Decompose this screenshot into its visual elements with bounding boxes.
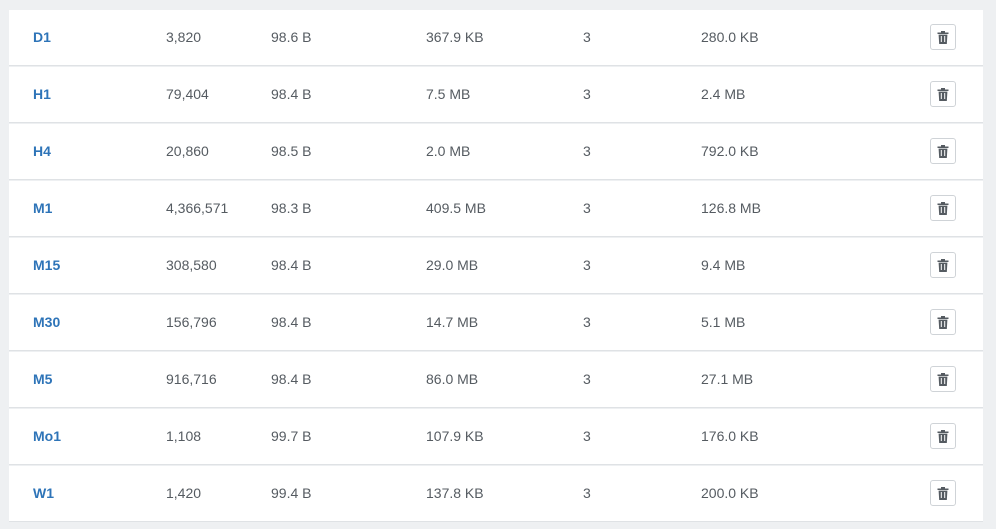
- row-replicas: 3: [583, 485, 591, 501]
- row-total-size: 107.9 KB: [426, 428, 484, 444]
- delete-button[interactable]: [930, 138, 956, 164]
- row-total-size: 86.0 MB: [426, 371, 479, 387]
- row-avg-size: 98.6 B: [271, 29, 312, 45]
- row-name-link[interactable]: D1: [33, 10, 51, 65]
- delete-button[interactable]: [930, 480, 956, 506]
- row-total-size: 14.7 MB: [426, 314, 479, 330]
- row-disk-size: 126.8 MB: [701, 200, 761, 216]
- row-total-size: 7.5 MB: [426, 86, 471, 102]
- row-replicas: 3: [583, 371, 591, 387]
- row-document-count: 20,860: [166, 143, 209, 159]
- row-name-link[interactable]: H4: [33, 124, 51, 179]
- row-avg-size: 98.4 B: [271, 86, 312, 102]
- row-avg-size: 98.5 B: [271, 143, 312, 159]
- row-disk-size: 792.0 KB: [701, 143, 759, 159]
- row-avg-size: 98.4 B: [271, 257, 312, 273]
- table-row: H4 20,860 98.5 B 2.0 MB 3 792.0 KB: [9, 124, 983, 179]
- delete-button[interactable]: [930, 252, 956, 278]
- row-replicas: 3: [583, 200, 591, 216]
- row-name-link[interactable]: M5: [33, 352, 52, 407]
- row-disk-size: 280.0 KB: [701, 29, 759, 45]
- table-row: H1 79,404 98.4 B 7.5 MB 3 2.4 MB: [9, 67, 983, 122]
- collections-table: D1 3,820 98.6 B 367.9 KB 3 280.0 KB H1 7…: [9, 10, 983, 523]
- row-avg-size: 98.4 B: [271, 371, 312, 387]
- table-row: W1 1,420 99.4 B 137.8 KB 3 200.0 KB: [9, 466, 983, 521]
- row-document-count: 1,420: [166, 485, 202, 501]
- table-row: M5 916,716 98.4 B 86.0 MB 3 27.1 MB: [9, 352, 983, 407]
- row-total-size: 409.5 MB: [426, 200, 486, 216]
- trash-icon: [937, 372, 949, 386]
- row-total-size: 2.0 MB: [426, 143, 471, 159]
- trash-icon: [937, 315, 949, 329]
- row-disk-size: 176.0 KB: [701, 428, 759, 444]
- table-row: D1 3,820 98.6 B 367.9 KB 3 280.0 KB: [9, 10, 983, 65]
- trash-icon: [937, 258, 949, 272]
- row-name-link[interactable]: M30: [33, 295, 60, 350]
- trash-icon: [937, 429, 949, 443]
- row-disk-size: 2.4 MB: [701, 86, 746, 102]
- delete-button[interactable]: [930, 195, 956, 221]
- delete-button[interactable]: [930, 366, 956, 392]
- trash-icon: [937, 144, 949, 158]
- row-replicas: 3: [583, 257, 591, 273]
- delete-button[interactable]: [930, 423, 956, 449]
- row-document-count: 1,108: [166, 428, 202, 444]
- row-avg-size: 98.4 B: [271, 314, 312, 330]
- table-row: M15 308,580 98.4 B 29.0 MB 3 9.4 MB: [9, 238, 983, 293]
- delete-button[interactable]: [930, 81, 956, 107]
- row-disk-size: 9.4 MB: [701, 257, 746, 273]
- row-document-count: 156,796: [166, 314, 217, 330]
- trash-icon: [937, 87, 949, 101]
- delete-button[interactable]: [930, 24, 956, 50]
- row-total-size: 29.0 MB: [426, 257, 479, 273]
- row-disk-size: 200.0 KB: [701, 485, 759, 501]
- table-row: Mo1 1,108 99.7 B 107.9 KB 3 176.0 KB: [9, 409, 983, 464]
- row-replicas: 3: [583, 86, 591, 102]
- row-disk-size: 27.1 MB: [701, 371, 754, 387]
- row-document-count: 79,404: [166, 86, 209, 102]
- row-total-size: 137.8 KB: [426, 485, 484, 501]
- row-replicas: 3: [583, 29, 591, 45]
- row-document-count: 4,366,571: [166, 200, 229, 216]
- table-row: M1 4,366,571 98.3 B 409.5 MB 3 126.8 MB: [9, 181, 983, 236]
- row-total-size: 367.9 KB: [426, 29, 484, 45]
- delete-button[interactable]: [930, 309, 956, 335]
- row-disk-size: 5.1 MB: [701, 314, 746, 330]
- row-name-link[interactable]: W1: [33, 466, 54, 521]
- trash-icon: [937, 486, 949, 500]
- row-replicas: 3: [583, 143, 591, 159]
- row-name-link[interactable]: M1: [33, 181, 52, 236]
- row-avg-size: 98.3 B: [271, 200, 312, 216]
- row-document-count: 308,580: [166, 257, 217, 273]
- row-document-count: 916,716: [166, 371, 217, 387]
- trash-icon: [937, 201, 949, 215]
- row-name-link[interactable]: Mo1: [33, 409, 61, 464]
- row-replicas: 3: [583, 314, 591, 330]
- table-row: M30 156,796 98.4 B 14.7 MB 3 5.1 MB: [9, 295, 983, 350]
- row-name-link[interactable]: M15: [33, 238, 60, 293]
- row-avg-size: 99.4 B: [271, 485, 312, 501]
- row-document-count: 3,820: [166, 29, 202, 45]
- row-replicas: 3: [583, 428, 591, 444]
- trash-icon: [937, 30, 949, 44]
- row-avg-size: 99.7 B: [271, 428, 312, 444]
- row-name-link[interactable]: H1: [33, 67, 51, 122]
